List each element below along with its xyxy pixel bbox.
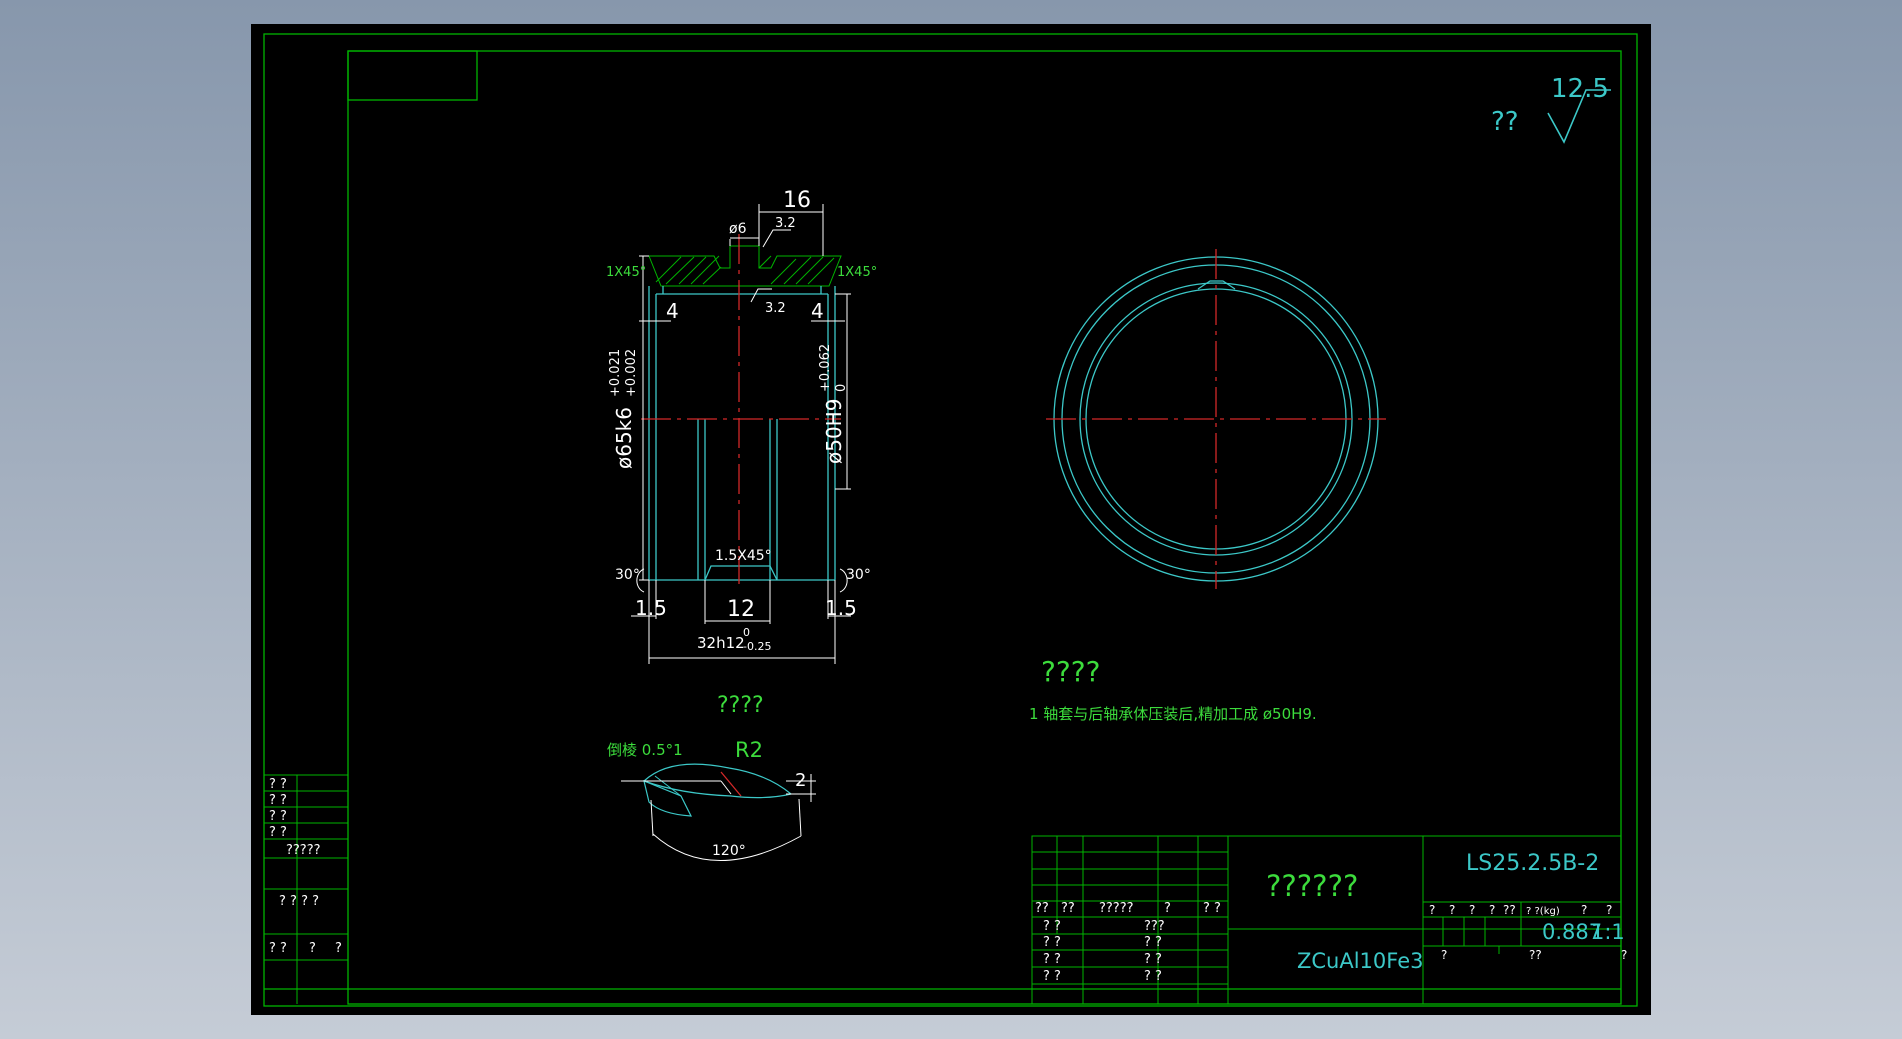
dim-inner-right: 4 [811,299,824,323]
title-scale: 1:1 [1591,920,1625,944]
detail-title: ???? [717,693,764,718]
title-drawing-no: LS25.2.5B-2 [1466,851,1599,876]
dim-chamfer-right: 1X45° [837,265,877,280]
title-header-1: ?? [1035,901,1049,916]
dim-bore-tol-lower: 0 [834,384,849,392]
sign-row-4-b: ? ? [1144,969,1162,984]
dim-inner-left: 4 [666,299,679,323]
stage-header-3: ? [1469,903,1475,917]
footer-mid: ?? [1529,948,1542,962]
footer-left: ? [1441,948,1447,962]
stage-header-6: ? ?(kg) [1526,906,1560,917]
dim-angle-right: 30° [846,567,871,583]
title-part-name: ?????? [1266,869,1358,903]
detail-angle: 120° [712,843,746,859]
detail-chamfer: 倒棱 0.5°1 [607,741,683,759]
dim-length-tol-lower: -0.25 [743,640,771,653]
dim-angle-left: 30° [615,567,640,583]
left-table-row-1: ? ? [269,777,287,792]
left-table-row-7b: ? [309,941,316,956]
left-table-row-7c: ? [335,941,342,956]
sign-row-2-b: ? ? [1144,935,1162,950]
title-material: ZCuAl10Fe3 [1297,949,1424,973]
sign-row-1-a: ? ? [1043,919,1061,934]
left-table-row-4: ? ? [269,825,287,840]
title-header-3: ????? [1099,901,1134,916]
notes-title: ???? [1041,655,1100,688]
detail-view: ???? 倒棱 0.5°1 R2 2 120° [607,693,816,861]
sign-row-2-a: ? ? [1043,935,1061,950]
dim-bottom-right: 1.5 [825,596,857,620]
dim-bottom-left: 1.5 [635,596,667,620]
section-hatch-top [648,245,842,287]
dim-chamfer-left: 1X45° [606,265,646,280]
dim-outer-diameter: ø65k6 +0.021 +0.002 [608,349,639,469]
stage-header-5: ?? [1503,903,1516,917]
section-view: 16 ø6 3.2 1X45° 1X45° 4 4 3.2 ø65k6 +0.0… [606,188,877,664]
roughness-label: ?? [1491,107,1519,137]
title-header-4: ? [1164,901,1171,916]
detail-radius: R2 [735,738,763,762]
stage-header-4: ? [1489,903,1495,917]
left-table-row-3: ? ? [269,809,287,824]
dim-outer-tol-upper: +0.021 [608,349,623,397]
stage-header-8: ? [1606,903,1612,917]
left-table-row-5: ????? [286,843,321,858]
end-view [1046,249,1386,589]
left-table-row-6: ? ? ? ? [279,894,319,909]
dim-top-width: 16 [783,188,811,213]
dim-bore-tol-upper: +0.062 [818,344,833,392]
cad-drawing: ?? 12.5 16 ø6 3.2 1X45° 1X45° 4 4 3.2 ø6… [263,33,1638,1007]
sign-row-4-a: ? ? [1043,969,1061,984]
sign-row-3-b: ? ? [1144,952,1162,967]
detail-depth: 2 [795,770,806,791]
title-header-2: ?? [1061,901,1075,916]
roughness-symbol: ?? 12.5 [1491,74,1611,144]
stage-header-2: ? [1449,903,1455,917]
dim-bore-diameter: ø50H9 +0.062 0 [818,344,849,464]
left-table-row-7a: ? ? [269,941,287,956]
dim-outer-dia-text: ø65k6 [612,407,636,469]
dim-length-tol-upper: 0 [743,626,750,639]
section-outline [648,286,836,581]
dim-length: 32h12 [697,634,745,652]
dim-groove-chamfer: 1.5X45° [715,548,772,564]
dim-outer-tol-lower: +0.002 [624,349,639,397]
title-header-5: ? ? [1203,901,1221,916]
sign-row-1-b: ??? [1144,919,1165,934]
left-table-row-2: ? ? [269,793,287,808]
footer-right: ? [1621,948,1627,962]
dim-hole-dia: ø6 [729,221,747,237]
sheet-border [263,33,1638,1007]
drawing-canvas: ?? 12.5 16 ø6 3.2 1X45° 1X45° 4 4 3.2 ø6… [251,24,1651,1015]
sign-row-3-a: ? ? [1043,952,1061,967]
stage-header-7: ? [1581,903,1587,917]
technical-notes: ???? 1 轴套与后轴承体压装后,精加工成 ø50H9. [1029,655,1317,723]
dim-roughness-top: 3.2 [775,216,796,231]
stage-header-1: ? [1429,903,1435,917]
dim-bottom-mid: 12 [727,597,755,622]
section-dimensions [631,204,851,664]
roughness-value: 12.5 [1551,74,1609,104]
notes-line-1: 1 轴套与后轴承体压装后,精加工成 ø50H9. [1029,705,1317,723]
dim-bore-dia-text: ø50H9 [822,399,846,464]
dim-roughness-bore: 3.2 [765,301,786,316]
